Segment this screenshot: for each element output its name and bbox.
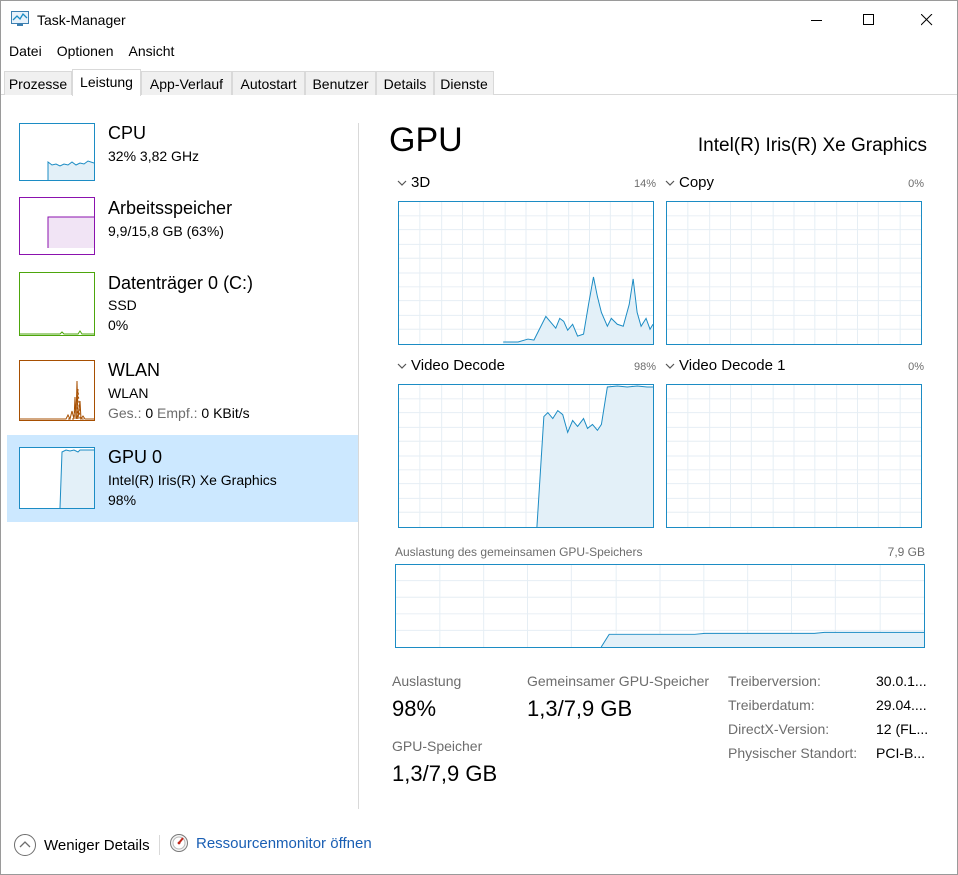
directx-version-label: DirectX-Version: [728, 721, 830, 737]
resource-item-wlan[interactable]: WLAN WLAN Ges.: 0 Empf.: 0 KBit/s [7, 352, 358, 439]
wlan-throughput: Ges.: 0 Empf.: 0 KBit/s [108, 405, 250, 421]
resource-monitor-link[interactable]: Ressourcenmonitor öffnen [169, 833, 372, 853]
driver-version-label: Treiberversion: [728, 673, 821, 689]
chevron-down-icon [665, 180, 675, 186]
recv-value: 0 KBit/s [201, 405, 250, 421]
close-icon [921, 14, 933, 26]
send-value: 0 [145, 405, 154, 421]
engine-pct: 0% [908, 178, 924, 190]
engine-pct: 0% [908, 361, 924, 373]
shared-memory-graph-label: Auslastung des gemeinsamen GPU-Speichers [395, 545, 643, 559]
tab-details[interactable]: Details [376, 71, 434, 95]
wlan-thumbnail-graph [19, 360, 95, 421]
pane-divider [358, 123, 359, 809]
tab-dienste[interactable]: Dienste [434, 71, 494, 95]
chevron-down-icon [397, 363, 407, 369]
shared-memory-graph [395, 564, 925, 648]
resource-detail: Intel(R) Iris(R) Xe Graphics [108, 472, 277, 488]
minimize-button[interactable] [791, 1, 843, 39]
chevron-down-icon [397, 180, 407, 186]
gpu-memory-value: 1,3/7,9 GB [392, 761, 498, 786]
resource-monitor-label: Ressourcenmonitor öffnen [196, 834, 372, 852]
window-title: Task-Manager [37, 12, 126, 28]
fewer-details-button[interactable]: Weniger Details [13, 833, 150, 857]
utilization-label: Auslastung [392, 673, 462, 689]
resource-item-cpu[interactable]: CPU 32% 3,82 GHz [7, 115, 358, 202]
engine-name: Video Decode 1 [679, 357, 786, 374]
resource-monitor-icon [170, 834, 188, 852]
close-button[interactable] [901, 1, 953, 39]
menu-optionen[interactable]: Optionen [49, 41, 121, 63]
send-label: Ges.: [108, 405, 142, 421]
menu-bar: Datei Optionen Ansicht [1, 41, 181, 63]
menu-ansicht[interactable]: Ansicht [121, 41, 182, 63]
engine-pct: 98% [633, 361, 656, 373]
resource-item-memory[interactable]: Arbeitsspeicher 9,9/15,8 GB (63%) [7, 190, 358, 277]
menu-datei[interactable]: Datei [1, 41, 49, 63]
driver-date-value: 29.04.... [876, 697, 927, 713]
maximize-button[interactable] [843, 1, 895, 39]
tab-leistung[interactable]: Leistung [72, 69, 141, 96]
utilization-value: 98% [392, 696, 437, 721]
driver-date-label: Treiberdatum: [728, 697, 815, 713]
resource-name: CPU [108, 123, 147, 143]
engine-graph-copy [666, 201, 922, 345]
task-manager-window: Task-Manager Datei Optionen Ansicht Proz… [0, 0, 958, 875]
directx-version-value: 12 (FL... [876, 721, 929, 737]
disk-thumbnail-graph [19, 272, 95, 336]
chevron-down-icon [665, 363, 675, 369]
engine-graph-video-decode-1 [666, 384, 922, 528]
engine-selector-video-decode[interactable]: Video Decode [396, 357, 505, 374]
tab-app-verlauf[interactable]: App-Verlauf [141, 71, 232, 95]
resource-name: WLAN [108, 360, 161, 380]
resource-usage: 98% [108, 492, 137, 508]
resource-item-gpu[interactable]: GPU 0 Intel(R) Iris(R) Xe Graphics 98% [7, 435, 358, 522]
engine-selector-video-decode-1[interactable]: Video Decode 1 [664, 357, 785, 374]
fewer-details-label: Weniger Details [44, 836, 150, 854]
resource-name: Arbeitsspeicher [108, 198, 233, 218]
maximize-icon [863, 14, 874, 25]
physical-location-label: Physischer Standort: [728, 745, 858, 761]
page-title: GPU [389, 121, 463, 159]
resource-detail: 32% 3,82 GHz [108, 148, 200, 164]
resource-usage: 0% [108, 317, 129, 333]
engine-name: 3D [411, 174, 431, 191]
tab-benutzer[interactable]: Benutzer [305, 71, 376, 95]
resource-detail: SSD [108, 297, 137, 313]
tab-prozesse[interactable]: Prozesse [4, 71, 72, 95]
resource-name: GPU 0 [108, 447, 163, 467]
engine-selector-copy[interactable]: Copy [664, 174, 714, 191]
gpu-thumbnail-graph [19, 447, 95, 509]
title-bar[interactable]: Task-Manager [1, 1, 957, 39]
gpu-memory-label: GPU-Speicher [392, 738, 483, 754]
resource-item-disk[interactable]: Datenträger 0 (C:) SSD 0% [7, 265, 358, 352]
shared-memory-max: 7,9 GB [887, 545, 925, 559]
chevron-up-circle-icon [14, 834, 36, 856]
engine-name: Copy [679, 174, 715, 191]
physical-location-value: PCI-B... [876, 745, 926, 761]
engine-pct: 14% [633, 178, 656, 190]
shared-memory-value: 1,3/7,9 GB [527, 696, 633, 721]
resource-name: Datenträger 0 (C:) [108, 273, 254, 293]
resource-detail: WLAN [108, 385, 149, 401]
engine-graph-video-decode [398, 384, 654, 528]
shared-memory-label: Gemeinsamer GPU-Speicher [527, 673, 710, 689]
engine-selector-3d[interactable]: 3D [396, 174, 430, 191]
cpu-thumbnail-graph [19, 123, 95, 181]
footer-divider [159, 835, 160, 855]
memory-thumbnail-graph [19, 197, 95, 255]
tab-autostart[interactable]: Autostart [232, 71, 305, 95]
gpu-model-name: Intel(R) Iris(R) Xe Graphics [697, 135, 927, 156]
resource-detail: 9,9/15,8 GB (63%) [108, 223, 224, 239]
tab-bar: Prozesse Leistung App-Verlauf Autostart … [1, 69, 957, 96]
engine-graph-3d [398, 201, 654, 345]
driver-version-value: 30.0.1... [876, 673, 927, 689]
engine-name: Video Decode [411, 357, 505, 374]
task-manager-icon [11, 11, 29, 26]
recv-label: Empf.: [157, 405, 198, 421]
minimize-icon [811, 20, 822, 21]
